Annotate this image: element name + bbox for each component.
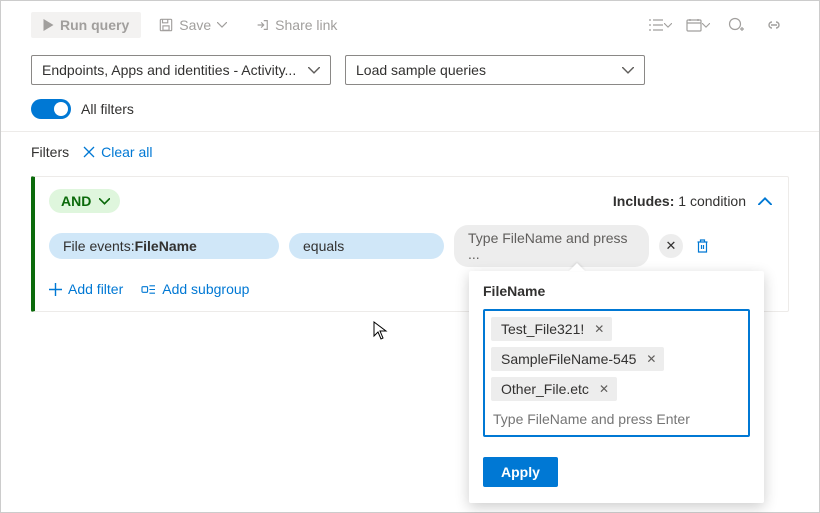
chevron-down-icon [664,23,672,28]
save-button[interactable]: Save [149,12,237,38]
delete-filter-button[interactable] [693,236,712,256]
clear-filter-value-button[interactable]: ✕ [659,234,683,258]
target-plus-icon [728,17,744,33]
all-filters-toggle[interactable] [31,99,71,119]
link-icon [766,19,782,31]
scope-dropdown[interactable]: Endpoints, Apps and identities - Activit… [31,55,331,85]
close-icon: ✕ [599,382,609,396]
list-icon [648,18,664,32]
chevron-down-icon [217,22,227,28]
close-icon: ✕ [594,322,604,336]
chevron-down-icon [308,67,320,74]
all-filters-label: All filters [81,101,134,117]
close-icon: ✕ [646,352,656,366]
run-query-button[interactable]: Run query [31,12,141,38]
save-label: Save [179,17,211,33]
filter-value-chip[interactable]: Type FileName and press ... [454,225,649,267]
share-link-label: Share link [275,17,337,33]
calendar-icon [686,18,702,32]
sample-queries-dropdown[interactable]: Load sample queries [345,55,645,85]
filter-operator-chip[interactable]: equals [289,233,444,259]
chevron-down-icon [622,67,634,74]
subgroup-icon [141,283,156,296]
add-filter-button[interactable]: Add filter [49,281,123,297]
apply-label: Apply [501,464,540,480]
close-icon: ✕ [666,238,677,254]
filter-value-placeholder: Type FileName and press ... [468,230,635,262]
remove-tag-button[interactable]: ✕ [644,352,658,366]
filter-operator-label: equals [303,238,344,254]
logic-operator-label: AND [61,193,91,209]
divider [1,131,819,132]
clear-all-button[interactable]: Clear all [83,144,152,160]
filters-label: Filters [31,144,69,160]
cursor-icon [373,321,389,341]
add-filter-label: Add filter [68,281,123,297]
add-subgroup-button[interactable]: Add subgroup [141,281,249,297]
chevron-up-icon [758,197,772,205]
filename-value-popover: FileName Test_File321! ✕ SampleFileName-… [469,271,764,503]
save-icon [159,18,173,32]
filter-field-chip[interactable]: File events: FileName [49,233,279,259]
detection-rule-button[interactable] [721,11,751,39]
filename-tag-label: Test_File321! [501,321,584,337]
filename-text-input[interactable] [491,407,742,433]
filename-tag[interactable]: Test_File321! ✕ [491,317,612,341]
trash-icon [695,238,710,254]
collapse-group-button[interactable] [758,197,772,205]
share-icon [255,18,269,32]
chevron-down-icon [99,198,110,205]
filename-tag-input[interactable]: Test_File321! ✕ SampleFileName-545 ✕ Oth… [483,309,750,437]
popover-title: FileName [483,283,750,299]
remove-tag-button[interactable]: ✕ [592,322,606,336]
run-query-label: Run query [60,17,129,33]
remove-tag-button[interactable]: ✕ [597,382,611,396]
close-icon [83,146,95,158]
includes-count: 1 condition [678,193,746,209]
clear-all-label: Clear all [101,144,152,160]
export-button[interactable] [759,11,789,39]
includes-label: Includes: [613,193,674,209]
sample-queries-label: Load sample queries [356,62,486,78]
apply-button[interactable]: Apply [483,457,558,487]
plus-icon [49,283,62,296]
filename-tag[interactable]: SampleFileName-545 ✕ [491,347,664,371]
filename-tag[interactable]: Other_File.etc ✕ [491,377,617,401]
share-link-button[interactable]: Share link [245,12,347,38]
calendar-button[interactable] [683,11,713,39]
scope-label: Endpoints, Apps and identities - Activit… [42,62,296,78]
logic-operator-pill[interactable]: AND [49,189,120,213]
filter-field-name: FileName [135,238,197,254]
list-view-button[interactable] [645,11,675,39]
chevron-down-icon [702,23,710,28]
filename-tag-label: Other_File.etc [501,381,589,397]
filter-field-prefix: File events: [63,238,135,254]
add-subgroup-label: Add subgroup [162,281,249,297]
filename-tag-label: SampleFileName-545 [501,351,636,367]
includes-summary: Includes: 1 condition [613,193,746,209]
play-icon [43,19,54,31]
